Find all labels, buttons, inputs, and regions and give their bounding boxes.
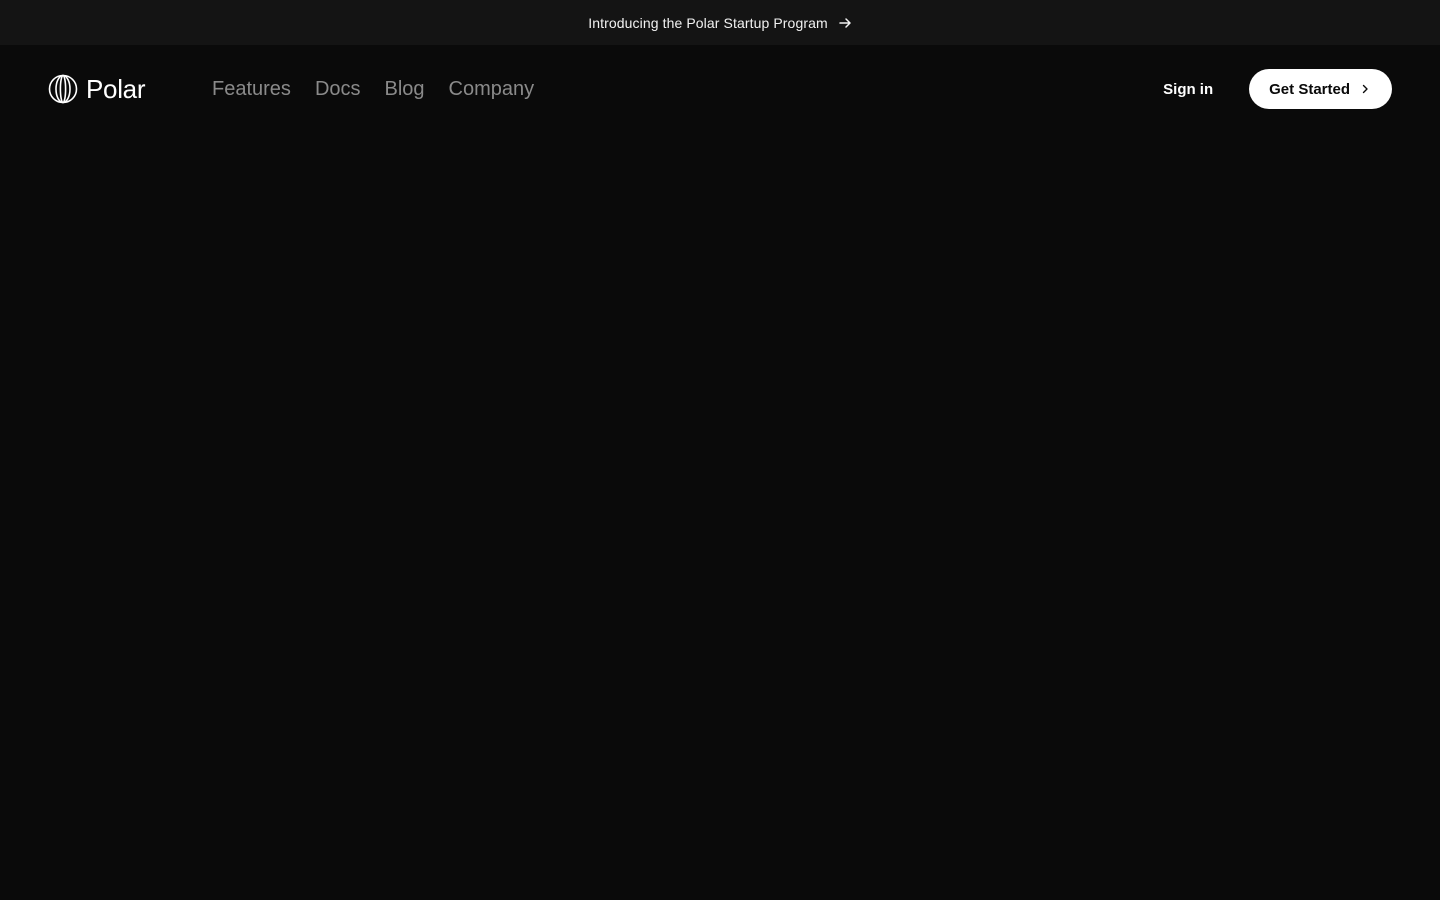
nav-link-docs[interactable]: Docs [315,78,361,101]
chevron-right-icon [1362,84,1368,94]
main-nav: Features Docs Blog Company [212,78,534,101]
nav-link-blog[interactable]: Blog [385,78,425,101]
announcement-text: Introducing the Polar Startup Program [588,14,828,31]
polar-logo-icon [48,74,78,104]
nav-link-company[interactable]: Company [449,78,535,101]
get-started-button[interactable]: Get Started [1249,69,1392,109]
announcement-link[interactable]: Introducing the Polar Startup Program [588,15,852,31]
header-actions: Sign in Get Started [1163,69,1392,109]
brand-link[interactable]: Polar [48,74,212,105]
brand-name: Polar [86,73,146,104]
get-started-label: Get Started [1269,80,1350,98]
arrow-right-icon [839,17,851,28]
announcement-bar: Introducing the Polar Startup Program [0,0,1440,45]
main-content [0,133,1440,900]
sign-in-link[interactable]: Sign in [1163,81,1213,98]
nav-link-features[interactable]: Features [212,78,291,101]
site-header: Polar Features Docs Blog Company Sign in… [0,45,1440,133]
